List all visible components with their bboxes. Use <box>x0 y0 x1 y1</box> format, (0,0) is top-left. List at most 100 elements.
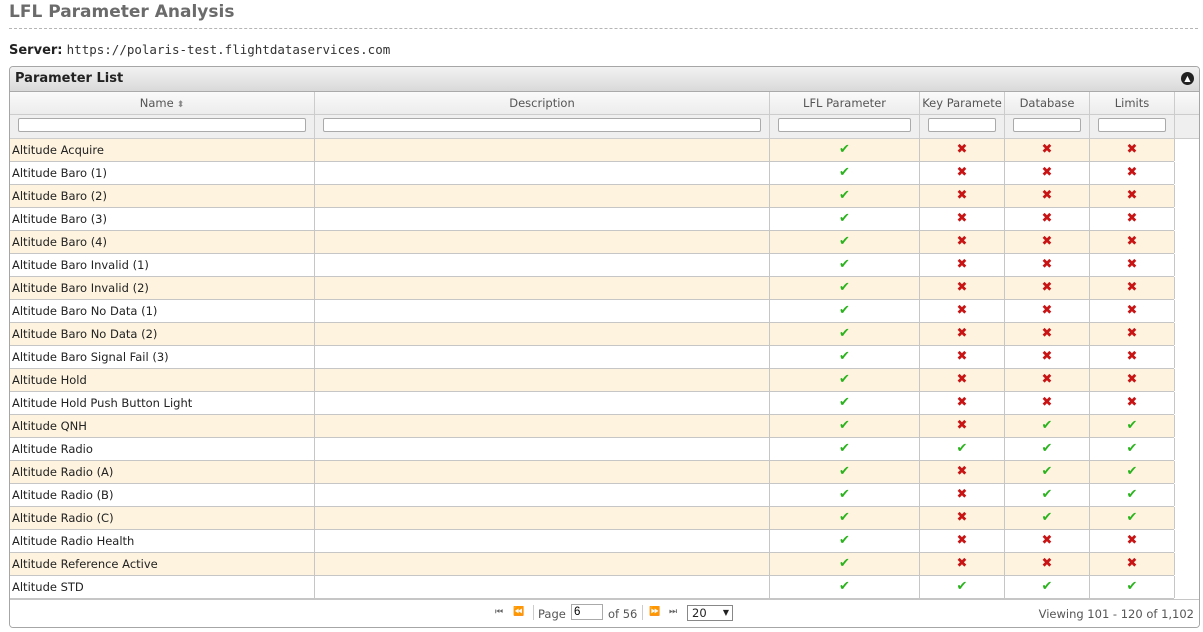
check-icon: ✔ <box>839 349 850 364</box>
table-row[interactable]: Altitude QNH ✔ ✖ ✔ ✔ <box>10 415 1175 438</box>
lfl-cell: ✔ <box>770 392 920 414</box>
table-row[interactable]: Altitude Baro Invalid (2) ✔ ✖ ✖ ✖ <box>10 277 1175 300</box>
check-icon: ✔ <box>956 579 968 594</box>
parameter-name-cell: Altitude Hold <box>10 369 315 391</box>
table-row[interactable]: Altitude Radio Health ✔ ✖ ✖ ✖ <box>10 530 1175 553</box>
table-row[interactable]: Altitude Baro Invalid (1) ✔ ✖ ✖ ✖ <box>10 254 1175 277</box>
limits-cell: ✖ <box>1090 346 1175 368</box>
check-icon: ✔ <box>956 441 968 456</box>
pager-separator <box>642 605 643 620</box>
filter-limits-input[interactable] <box>1098 118 1166 132</box>
check-icon: ✔ <box>839 464 850 479</box>
limits-cell: ✖ <box>1090 323 1175 345</box>
description-cell <box>315 231 770 253</box>
lfl-cell: ✔ <box>770 346 920 368</box>
prev-page-icon[interactable]: ⏪ <box>513 607 524 617</box>
cross-icon: ✖ <box>1041 303 1053 318</box>
database-cell: ✖ <box>1005 139 1090 161</box>
last-page-icon[interactable]: ⏭ <box>669 607 677 617</box>
table-row[interactable]: Altitude Baro No Data (2) ✔ ✖ ✖ ✖ <box>10 323 1175 346</box>
parameter-name-cell: Altitude Acquire <box>10 139 315 161</box>
parameter-name-cell: Altitude QNH <box>10 415 315 437</box>
database-cell: ✖ <box>1005 530 1090 552</box>
lfl-cell: ✔ <box>770 576 920 598</box>
table-row[interactable]: Altitude STD ✔ ✔ ✔ ✔ <box>10 576 1175 599</box>
page-number-input[interactable] <box>571 604 603 620</box>
filter-key-input[interactable] <box>928 118 996 132</box>
column-header-description-label: Description <box>509 96 575 110</box>
limits-cell: ✔ <box>1090 576 1175 598</box>
table-row[interactable]: Altitude Hold ✔ ✖ ✖ ✖ <box>10 369 1175 392</box>
filter-description-input[interactable] <box>323 118 761 132</box>
key-cell: ✖ <box>920 208 1005 230</box>
key-cell: ✖ <box>920 553 1005 575</box>
table-row[interactable]: Altitude Radio (C) ✔ ✖ ✔ ✔ <box>10 507 1175 530</box>
limits-cell: ✖ <box>1090 208 1175 230</box>
filter-lfl-input[interactable] <box>778 118 911 132</box>
lfl-cell: ✔ <box>770 323 920 345</box>
key-cell: ✖ <box>920 162 1005 184</box>
parameter-name-cell: Altitude Baro (2) <box>10 185 315 207</box>
page-size-value: 20 <box>692 606 707 620</box>
cross-icon: ✖ <box>1041 165 1053 180</box>
check-icon: ✔ <box>1041 510 1053 525</box>
table-row[interactable]: Altitude Baro (1) ✔ ✖ ✖ ✖ <box>10 162 1175 185</box>
check-icon: ✔ <box>1126 487 1138 502</box>
cross-icon: ✖ <box>956 349 968 364</box>
description-cell <box>315 530 770 552</box>
table-row[interactable]: Altitude Acquire ✔ ✖ ✖ ✖ <box>10 139 1175 162</box>
filter-cell-description <box>315 115 770 138</box>
table-row[interactable]: Altitude Baro (2) ✔ ✖ ✖ ✖ <box>10 185 1175 208</box>
cross-icon: ✖ <box>956 188 968 203</box>
column-header-database[interactable]: Database <box>1005 92 1090 114</box>
key-cell: ✖ <box>920 415 1005 437</box>
parameter-name-cell: Altitude Radio <box>10 438 315 460</box>
lfl-cell: ✔ <box>770 208 920 230</box>
filter-database-input[interactable] <box>1013 118 1081 132</box>
table-row[interactable]: Altitude Radio (A) ✔ ✖ ✔ ✔ <box>10 461 1175 484</box>
cross-icon: ✖ <box>956 418 968 433</box>
database-cell: ✖ <box>1005 254 1090 276</box>
column-header-description[interactable]: Description <box>315 92 770 114</box>
database-cell: ✖ <box>1005 231 1090 253</box>
column-header-limits-label: Limits <box>1114 96 1150 110</box>
table-row[interactable]: Altitude Baro No Data (1) ✔ ✖ ✖ ✖ <box>10 300 1175 323</box>
table-row[interactable]: Altitude Radio ✔ ✔ ✔ ✔ <box>10 438 1175 461</box>
next-page-icon[interactable]: ⏩ <box>649 607 660 617</box>
table-row[interactable]: Altitude Baro Signal Fail (3) ✔ ✖ ✖ ✖ <box>10 346 1175 369</box>
table-row[interactable]: Altitude Reference Active ✔ ✖ ✖ ✖ <box>10 553 1175 576</box>
check-icon: ✔ <box>1126 464 1138 479</box>
check-icon: ✔ <box>839 211 850 226</box>
table-row[interactable]: Altitude Radio (B) ✔ ✖ ✔ ✔ <box>10 484 1175 507</box>
key-cell: ✖ <box>920 323 1005 345</box>
cross-icon: ✖ <box>1126 234 1138 249</box>
sort-icon[interactable]: ⬍ <box>177 100 185 110</box>
first-page-icon[interactable]: ⏮ <box>495 607 503 617</box>
key-cell: ✔ <box>920 576 1005 598</box>
cross-icon: ✖ <box>956 211 968 226</box>
key-cell: ✖ <box>920 507 1005 529</box>
limits-cell: ✖ <box>1090 530 1175 552</box>
cross-icon: ✖ <box>956 326 968 341</box>
column-header-key[interactable]: Key Paramete <box>920 92 1005 114</box>
cross-icon: ✖ <box>956 142 968 157</box>
table-row[interactable]: Altitude Baro (3) ✔ ✖ ✖ ✖ <box>10 208 1175 231</box>
cross-icon: ✖ <box>956 372 968 387</box>
parameter-name-cell: Altitude Radio (A) <box>10 461 315 483</box>
parameter-name-cell: Altitude Baro No Data (1) <box>10 300 315 322</box>
collapse-icon[interactable]: ▲ <box>1181 72 1194 85</box>
table-row[interactable]: Altitude Hold Push Button Light ✔ ✖ ✖ ✖ <box>10 392 1175 415</box>
page-size-select[interactable]: 20 ▼ <box>687 605 733 621</box>
column-header-lfl[interactable]: LFL Parameter <box>770 92 920 114</box>
chevron-down-icon: ▼ <box>722 608 729 617</box>
parameter-name-cell: Altitude Radio (C) <box>10 507 315 529</box>
column-header-limits[interactable]: Limits <box>1090 92 1175 114</box>
check-icon: ✔ <box>1041 418 1053 433</box>
cross-icon: ✖ <box>1041 280 1053 295</box>
filter-name-input[interactable] <box>18 118 306 132</box>
column-header-name[interactable]: Name ⬍ <box>10 92 315 114</box>
check-icon: ✔ <box>839 280 850 295</box>
table-row[interactable]: Altitude Baro (4) ✔ ✖ ✖ ✖ <box>10 231 1175 254</box>
check-icon: ✔ <box>839 510 850 525</box>
database-cell: ✖ <box>1005 553 1090 575</box>
